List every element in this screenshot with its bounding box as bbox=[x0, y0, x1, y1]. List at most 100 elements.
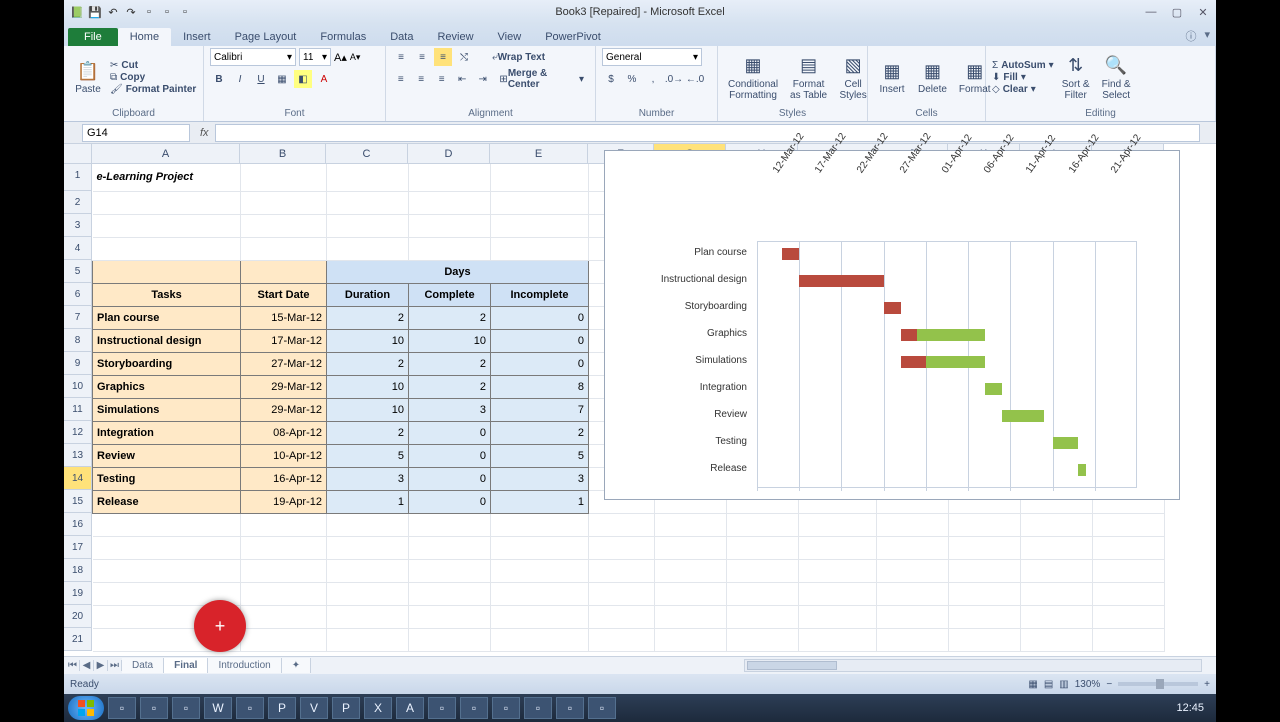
row-header-20[interactable]: 20 bbox=[64, 605, 92, 628]
copy-button[interactable]: ⧉ Copy bbox=[110, 72, 196, 83]
help-icon[interactable]: ⓘ bbox=[1185, 28, 1196, 44]
taskbar-app-12[interactable]: ▫ bbox=[492, 697, 520, 719]
view-layout-icon[interactable]: ▤ bbox=[1044, 679, 1053, 690]
insert-cells-button[interactable]: ▦Insert bbox=[874, 58, 910, 97]
col-header-B[interactable]: B bbox=[240, 144, 326, 164]
zoom-out-button[interactable]: − bbox=[1106, 679, 1112, 690]
dec-decimal-icon[interactable]: ←.0 bbox=[686, 70, 704, 88]
new-sheet-button[interactable]: ✦ bbox=[282, 658, 311, 673]
taskbar-app-7[interactable]: P bbox=[332, 697, 360, 719]
clear-button[interactable]: ◇ Clear ▾ bbox=[992, 84, 1054, 95]
taskbar-app-10[interactable]: ▫ bbox=[428, 697, 456, 719]
row-header-2[interactable]: 2 bbox=[64, 191, 92, 214]
gantt-chart[interactable]: 12-Mar-1217-Mar-1222-Mar-1227-Mar-1201-A… bbox=[604, 150, 1180, 500]
taskbar-app-6[interactable]: V bbox=[300, 697, 328, 719]
align-left-icon[interactable]: ≡ bbox=[392, 70, 409, 88]
taskbar-app-13[interactable]: ▫ bbox=[524, 697, 552, 719]
row-header-15[interactable]: 15 bbox=[64, 490, 92, 513]
file-tab[interactable]: File bbox=[68, 28, 118, 46]
taskbar-app-5[interactable]: P bbox=[268, 697, 296, 719]
col-header-E[interactable]: E bbox=[490, 144, 588, 164]
row-header-10[interactable]: 10 bbox=[64, 375, 92, 398]
row-header-7[interactable]: 7 bbox=[64, 306, 92, 329]
tab-nav-prev-icon[interactable]: ◀ bbox=[80, 660, 94, 671]
row-header-3[interactable]: 3 bbox=[64, 214, 92, 237]
tab-formulas[interactable]: Formulas bbox=[308, 28, 378, 46]
comma-icon[interactable]: , bbox=[644, 70, 662, 88]
maximize-icon[interactable]: ▢ bbox=[1168, 5, 1186, 19]
taskbar-app-1[interactable]: ▫ bbox=[140, 697, 168, 719]
tab-nav-first-icon[interactable]: ⏮ bbox=[66, 660, 80, 671]
row-header-6[interactable]: 6 bbox=[64, 283, 92, 306]
tab-nav-next-icon[interactable]: ▶ bbox=[94, 660, 108, 671]
new-icon[interactable]: ▫ bbox=[142, 5, 156, 19]
clock[interactable]: 12:45 bbox=[1176, 702, 1212, 714]
col-header-A[interactable]: A bbox=[92, 144, 240, 164]
indent-inc-icon[interactable]: ⇥ bbox=[474, 70, 491, 88]
fx-icon[interactable]: fx bbox=[200, 127, 209, 139]
row-header-13[interactable]: 13 bbox=[64, 444, 92, 467]
align-center-icon[interactable]: ≡ bbox=[412, 70, 429, 88]
autosum-button[interactable]: Σ AutoSum ▾ bbox=[992, 60, 1054, 71]
tab-page-layout[interactable]: Page Layout bbox=[223, 28, 309, 46]
align-right-icon[interactable]: ≡ bbox=[433, 70, 450, 88]
row-header-17[interactable]: 17 bbox=[64, 536, 92, 559]
name-box[interactable]: G14 bbox=[82, 124, 190, 142]
row-header-18[interactable]: 18 bbox=[64, 559, 92, 582]
number-format-select[interactable]: General▾ bbox=[602, 48, 702, 66]
taskbar-app-14[interactable]: ▫ bbox=[556, 697, 584, 719]
inc-decimal-icon[interactable]: .0→ bbox=[665, 70, 683, 88]
ribbon-min-icon[interactable]: ▾ bbox=[1204, 28, 1210, 44]
align-top-icon[interactable]: ≡ bbox=[392, 48, 410, 66]
italic-button[interactable]: I bbox=[231, 70, 249, 88]
tab-review[interactable]: Review bbox=[425, 28, 485, 46]
sheet-tab-introduction[interactable]: Introduction bbox=[208, 658, 281, 673]
zoom-level[interactable]: 130% bbox=[1075, 679, 1101, 690]
delete-cells-button[interactable]: ▦Delete bbox=[914, 58, 951, 97]
sheet-tab-data[interactable]: Data bbox=[122, 658, 164, 673]
row-header-12[interactable]: 12 bbox=[64, 421, 92, 444]
find-select-button[interactable]: 🔍Find & Select bbox=[1098, 53, 1135, 103]
align-mid-icon[interactable]: ≡ bbox=[413, 48, 431, 66]
view-normal-icon[interactable]: ▦ bbox=[1028, 679, 1037, 690]
horizontal-scrollbar[interactable] bbox=[744, 659, 1202, 672]
col-header-C[interactable]: C bbox=[326, 144, 408, 164]
grow-font-icon[interactable]: A▴ bbox=[334, 51, 347, 64]
format-painter-button[interactable]: 🖌 Format Painter bbox=[110, 84, 196, 95]
font-size-select[interactable]: 11▾ bbox=[299, 48, 331, 66]
row-header-21[interactable]: 21 bbox=[64, 628, 92, 651]
bold-button[interactable]: B bbox=[210, 70, 228, 88]
worksheet[interactable]: ABCDEFGHIJKLM 12345678910111213141516171… bbox=[64, 144, 1216, 656]
save-icon[interactable]: 💾 bbox=[88, 5, 102, 19]
underline-button[interactable]: U bbox=[252, 70, 270, 88]
taskbar-app-11[interactable]: ▫ bbox=[460, 697, 488, 719]
merge-center-button[interactable]: ⊞ Merge & Center ▾ bbox=[494, 70, 589, 88]
col-header-D[interactable]: D bbox=[408, 144, 490, 164]
row-header-1[interactable]: 1 bbox=[64, 164, 92, 191]
start-button[interactable] bbox=[68, 696, 104, 720]
taskbar-app-8[interactable]: X bbox=[364, 697, 392, 719]
row-header-4[interactable]: 4 bbox=[64, 237, 92, 260]
taskbar-app-2[interactable]: ▫ bbox=[172, 697, 200, 719]
taskbar-app-9[interactable]: A bbox=[396, 697, 424, 719]
tab-view[interactable]: View bbox=[486, 28, 534, 46]
indent-dec-icon[interactable]: ⇤ bbox=[453, 70, 470, 88]
zoom-slider[interactable] bbox=[1118, 682, 1198, 686]
select-all-corner[interactable] bbox=[64, 144, 92, 164]
fill-color-button[interactable]: ◧ bbox=[294, 70, 312, 88]
row-header-8[interactable]: 8 bbox=[64, 329, 92, 352]
zoom-in-button[interactable]: + bbox=[1204, 679, 1210, 690]
format-as-table-button[interactable]: ▤Format as Table bbox=[786, 53, 831, 103]
taskbar-app-4[interactable]: ▫ bbox=[236, 697, 264, 719]
align-bot-icon[interactable]: ≡ bbox=[434, 48, 452, 66]
sheet-tab-final[interactable]: Final bbox=[164, 658, 208, 673]
border-button[interactable]: ▦ bbox=[273, 70, 291, 88]
wrap-text-button[interactable]: ⤶ Wrap Text bbox=[487, 48, 550, 66]
redo-icon[interactable]: ↷ bbox=[124, 5, 138, 19]
row-header-5[interactable]: 5 bbox=[64, 260, 92, 283]
tab-nav-last-icon[interactable]: ⏭ bbox=[108, 660, 122, 671]
conditional-formatting-button[interactable]: ▦Conditional Formatting bbox=[724, 53, 782, 103]
row-header-9[interactable]: 9 bbox=[64, 352, 92, 375]
percent-icon[interactable]: % bbox=[623, 70, 641, 88]
currency-icon[interactable]: $ bbox=[602, 70, 620, 88]
